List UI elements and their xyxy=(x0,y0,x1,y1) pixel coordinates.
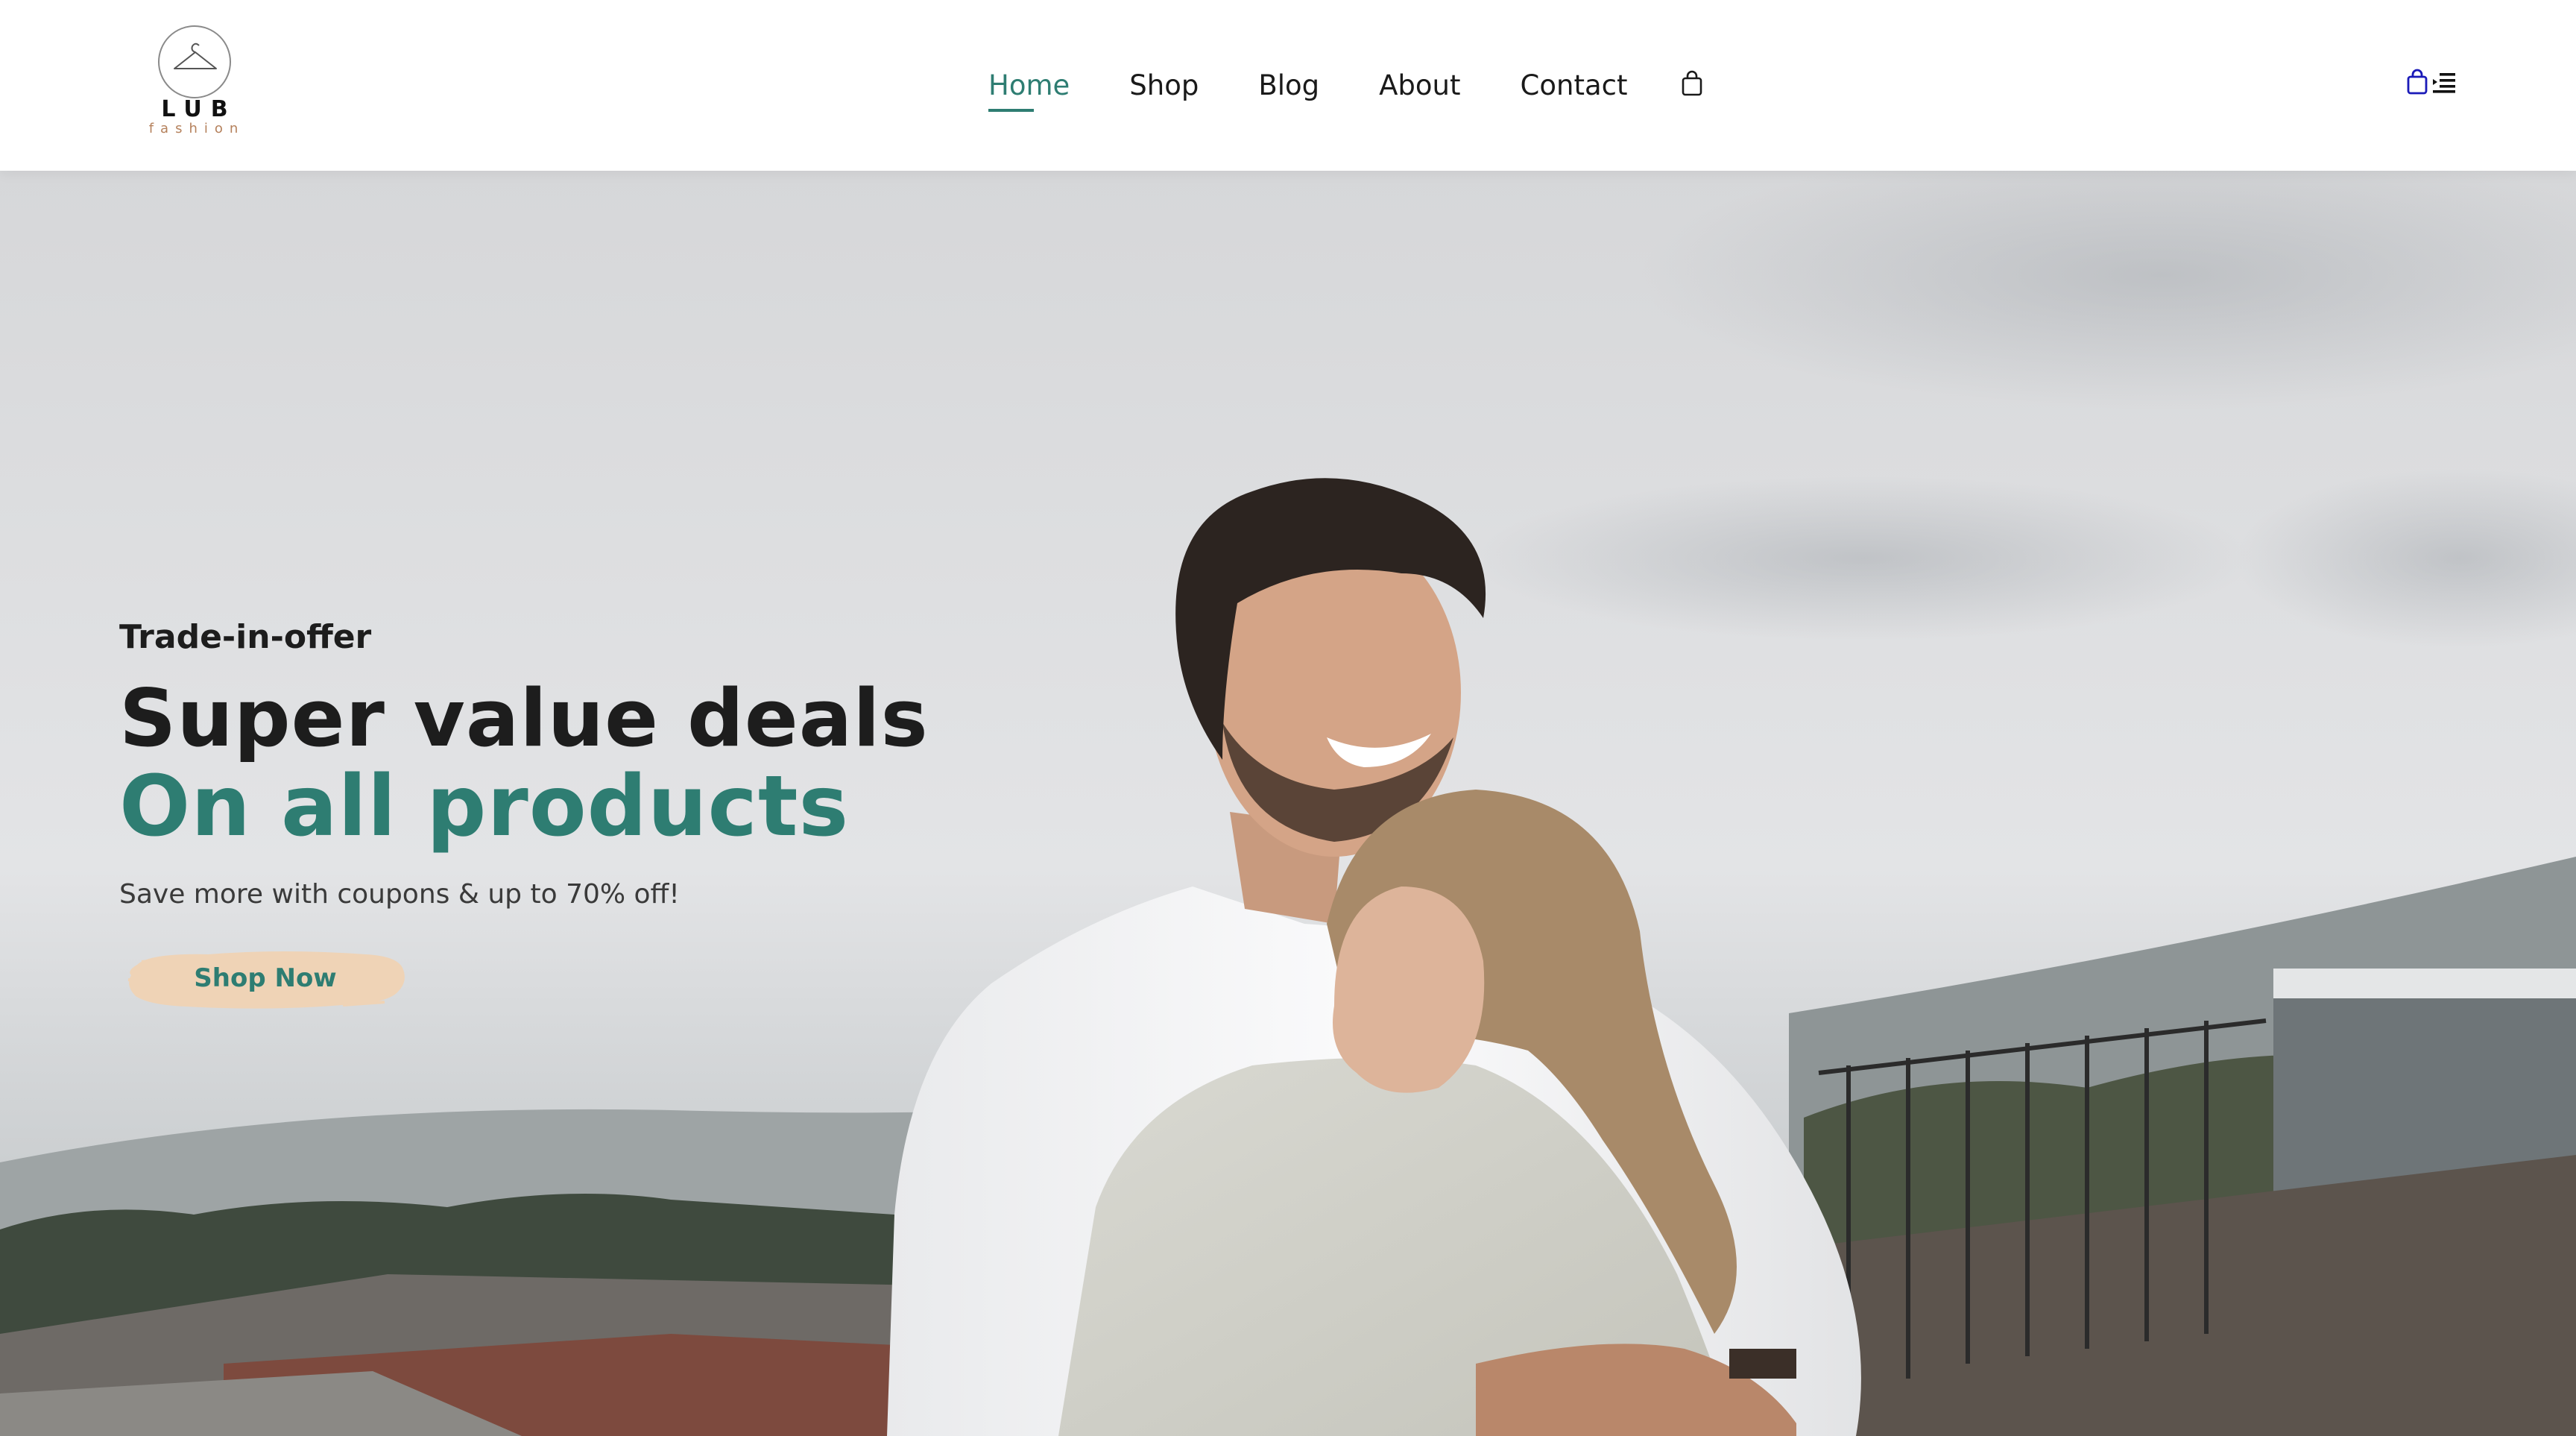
nav-home[interactable]: Home xyxy=(988,69,1070,112)
hero-copy: Trade-in-offer Super value deals On all … xyxy=(119,618,939,1017)
hero-eyebrow: Trade-in-offer xyxy=(119,618,372,656)
site-header: LUB fashion Home Shop Blog About Contact xyxy=(0,0,2576,171)
menu-list-icon[interactable] xyxy=(2431,70,2457,97)
nav-about[interactable]: About xyxy=(1379,69,1460,101)
hanger-icon xyxy=(158,25,231,98)
hero-banner: Trade-in-offer Super value deals On all … xyxy=(0,171,2576,1436)
nav-shop[interactable]: Shop xyxy=(1129,69,1199,101)
mobile-controls xyxy=(2406,69,2457,98)
hero-description: Save more with coupons & up to 70% off! xyxy=(119,879,680,910)
brand-logo[interactable]: LUB fashion xyxy=(140,25,252,137)
main-nav: Home Shop Blog About Contact xyxy=(988,64,1708,112)
shop-now-label: Shop Now xyxy=(194,963,337,994)
hero-subheadline: On all products xyxy=(119,758,850,856)
shopping-bag-icon[interactable] xyxy=(1681,70,1708,100)
brand-tagline: fashion xyxy=(148,121,245,136)
shopping-bag-icon[interactable] xyxy=(2406,69,2428,98)
nav-contact[interactable]: Contact xyxy=(1521,69,1628,101)
shop-now-button[interactable]: Shop Now xyxy=(119,942,411,1014)
hero-headline: Super value deals xyxy=(119,672,929,764)
brand-name: LUB xyxy=(161,96,237,122)
nav-blog[interactable]: Blog xyxy=(1258,69,1319,101)
